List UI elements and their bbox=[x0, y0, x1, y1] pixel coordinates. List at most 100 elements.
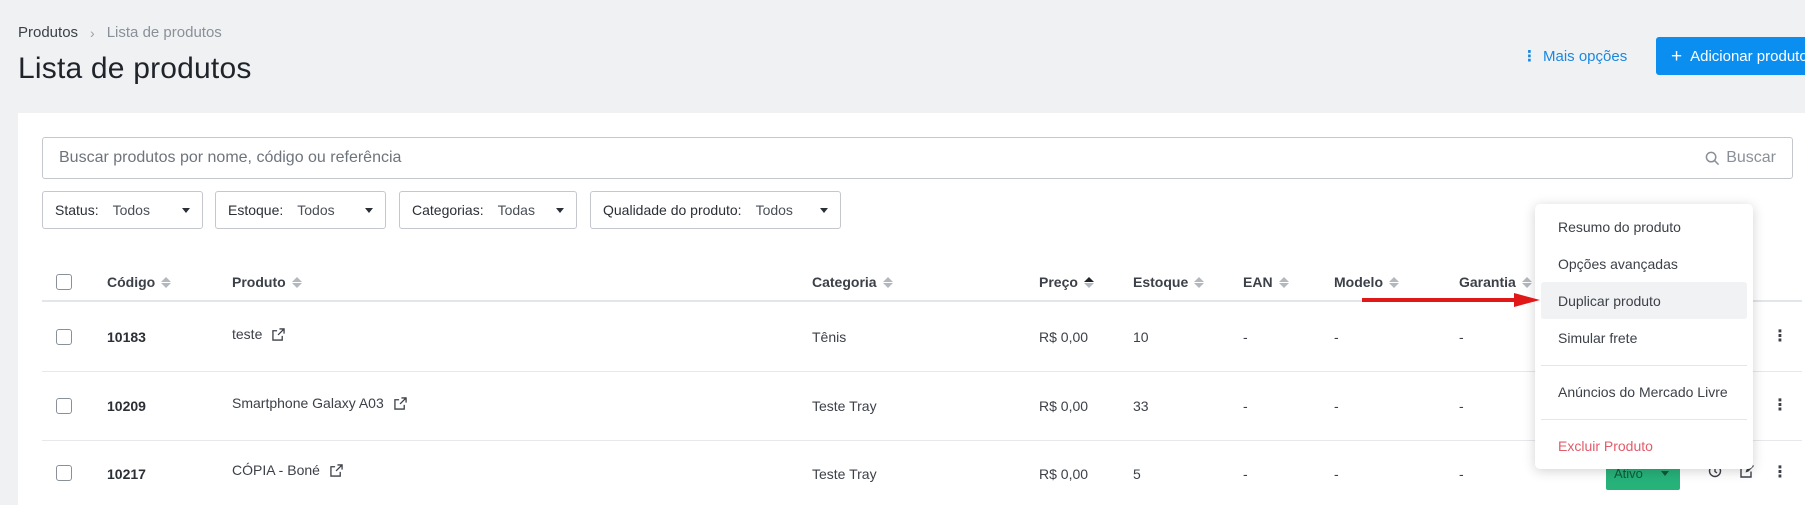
sort-icon bbox=[1278, 276, 1289, 288]
cell-codigo: 10217 bbox=[107, 466, 146, 482]
column-label: Garantia bbox=[1459, 274, 1516, 290]
cell-modelo: - bbox=[1334, 398, 1339, 414]
add-product-label: Adicionar produto bbox=[1690, 47, 1805, 65]
column-header-preco[interactable]: Preço bbox=[1039, 274, 1094, 290]
cell-ean: - bbox=[1243, 398, 1248, 414]
cell-categoria: Teste Tray bbox=[812, 398, 877, 414]
menu-divider bbox=[1541, 365, 1747, 366]
column-header-codigo[interactable]: Código bbox=[107, 274, 172, 290]
cell-preco: R$ 0,00 bbox=[1039, 398, 1089, 414]
cell-produto: Smartphone Galaxy A03 bbox=[232, 395, 407, 411]
menu-item-simular-frete[interactable]: Simular frete bbox=[1541, 319, 1747, 356]
filter-qualidade[interactable]: Qualidade do produto: Todos bbox=[590, 191, 841, 229]
row-checkbox[interactable] bbox=[56, 329, 72, 345]
annotation-arrow bbox=[1362, 293, 1540, 307]
search-button[interactable]: Buscar bbox=[1705, 149, 1776, 167]
filter-label: Qualidade do produto: bbox=[603, 202, 742, 218]
more-options-label: Mais opções bbox=[1543, 47, 1628, 65]
breadcrumb: Produtos › Lista de produtos bbox=[18, 24, 222, 41]
page-title: Lista de produtos bbox=[18, 52, 252, 85]
column-header-modelo[interactable]: Modelo bbox=[1334, 274, 1399, 290]
cell-garantia: - bbox=[1459, 466, 1464, 482]
column-label: EAN bbox=[1243, 274, 1273, 290]
column-header-produto[interactable]: Produto bbox=[232, 274, 302, 290]
search-input[interactable] bbox=[59, 149, 1706, 167]
menu-item-excluir[interactable]: Excluir Produto bbox=[1541, 427, 1747, 464]
cell-ean: - bbox=[1243, 466, 1248, 482]
search-button-label: Buscar bbox=[1726, 149, 1776, 166]
menu-divider bbox=[1541, 419, 1747, 420]
cell-produto: teste bbox=[232, 326, 286, 342]
external-link-icon[interactable] bbox=[272, 327, 286, 341]
sort-icon bbox=[1194, 276, 1205, 288]
column-label: Código bbox=[107, 274, 156, 290]
more-options-link[interactable]: ⋮ Mais opções bbox=[1522, 47, 1628, 66]
menu-item-mercado-livre[interactable]: Anúncios do Mercado Livre bbox=[1541, 373, 1747, 410]
filter-estoque[interactable]: Estoque: Todos bbox=[215, 191, 386, 229]
row-kebab-icon[interactable]: ⋮ bbox=[1772, 462, 1788, 482]
cell-preco: R$ 0,00 bbox=[1039, 329, 1089, 345]
column-header-categoria[interactable]: Categoria bbox=[812, 274, 893, 290]
row-kebab-icon[interactable]: ⋮ bbox=[1772, 395, 1788, 415]
cell-codigo: 10183 bbox=[107, 329, 146, 345]
filter-value: Todos bbox=[297, 202, 335, 218]
external-link-icon[interactable] bbox=[330, 463, 343, 477]
filter-categorias[interactable]: Categorias: Todas bbox=[399, 191, 577, 229]
cell-estoque: 33 bbox=[1133, 398, 1149, 414]
filter-value: Todas bbox=[497, 202, 535, 218]
column-header-estoque[interactable]: Estoque bbox=[1133, 274, 1205, 290]
product-name-link[interactable]: teste bbox=[232, 326, 262, 342]
sort-icon bbox=[1521, 276, 1532, 288]
column-label: Preço bbox=[1039, 274, 1078, 290]
cell-modelo: - bbox=[1334, 329, 1339, 345]
add-product-button[interactable]: + Adicionar produto bbox=[1656, 37, 1805, 75]
menu-item-resumo[interactable]: Resumo do produto bbox=[1541, 208, 1747, 245]
chevron-right-icon: › bbox=[90, 24, 95, 41]
filter-status[interactable]: Status: Todos bbox=[42, 191, 203, 229]
kebab-icon: ⋮ bbox=[1522, 48, 1537, 65]
search-icon bbox=[1705, 151, 1720, 165]
cell-garantia: - bbox=[1459, 329, 1464, 345]
row-actions-menu: Resumo do produto Opções avançadas Dupli… bbox=[1535, 204, 1753, 469]
caret-down-icon bbox=[556, 207, 564, 213]
sort-icon bbox=[291, 276, 302, 288]
caret-down-icon bbox=[820, 207, 828, 213]
cell-categoria: Tênis bbox=[812, 329, 847, 345]
breadcrumb-root-link[interactable]: Produtos bbox=[18, 24, 78, 41]
caret-down-icon bbox=[365, 207, 373, 213]
product-name-link[interactable]: Smartphone Galaxy A03 bbox=[232, 395, 384, 411]
select-all-checkbox[interactable] bbox=[56, 274, 72, 290]
row-checkbox[interactable] bbox=[56, 465, 72, 481]
row-checkbox[interactable] bbox=[56, 398, 72, 414]
column-label: Produto bbox=[232, 274, 286, 290]
sort-asc-icon bbox=[1083, 276, 1094, 288]
column-header-ean[interactable]: EAN bbox=[1243, 274, 1289, 290]
cell-ean: - bbox=[1243, 329, 1248, 345]
breadcrumb-current: Lista de produtos bbox=[106, 24, 222, 41]
product-name-link[interactable]: CÓPIA - Boné bbox=[232, 462, 320, 478]
cell-modelo: - bbox=[1334, 466, 1339, 482]
cell-estoque: 10 bbox=[1133, 329, 1149, 345]
sort-icon bbox=[1389, 276, 1399, 288]
sort-icon bbox=[882, 276, 893, 288]
cell-codigo: 10209 bbox=[107, 398, 146, 414]
column-label: Modelo bbox=[1334, 274, 1383, 290]
cell-preco: R$ 0,00 bbox=[1039, 466, 1089, 482]
filter-label: Status: bbox=[55, 202, 99, 218]
filter-value: Todos bbox=[755, 202, 793, 218]
row-kebab-icon[interactable]: ⋮ bbox=[1772, 326, 1788, 346]
menu-item-duplicar[interactable]: Duplicar produto bbox=[1541, 282, 1747, 319]
cell-garantia: - bbox=[1459, 398, 1464, 414]
cell-produto: CÓPIA - Boné bbox=[232, 462, 343, 478]
caret-down-icon bbox=[1660, 470, 1669, 476]
filter-label: Estoque: bbox=[228, 202, 284, 218]
cell-categoria: Teste Tray bbox=[812, 466, 877, 482]
plus-icon: + bbox=[1671, 45, 1683, 67]
filter-label: Categorias: bbox=[412, 202, 484, 218]
filter-value: Todos bbox=[112, 202, 150, 218]
column-label: Estoque bbox=[1133, 274, 1189, 290]
column-header-garantia[interactable]: Garantia bbox=[1459, 274, 1532, 290]
menu-item-opcoes-avancadas[interactable]: Opções avançadas bbox=[1541, 245, 1747, 282]
external-link-icon[interactable] bbox=[394, 396, 407, 410]
caret-down-icon bbox=[182, 207, 190, 213]
